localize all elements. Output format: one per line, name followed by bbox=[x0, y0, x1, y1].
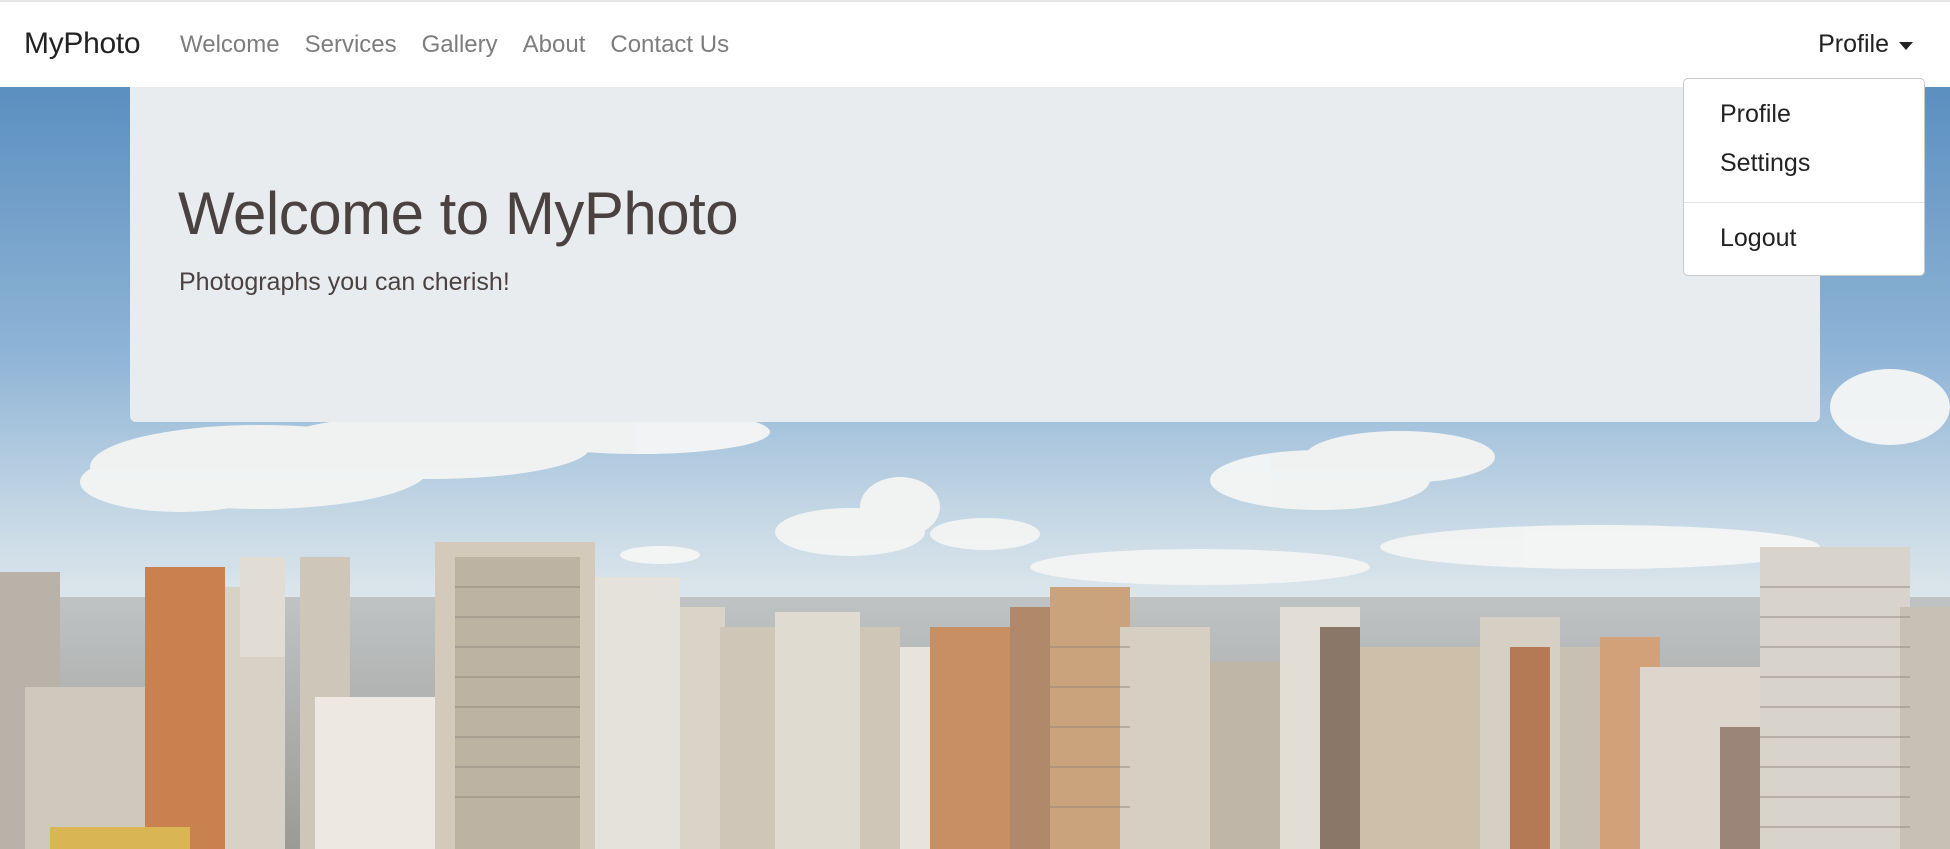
dropdown-divider bbox=[1684, 202, 1924, 203]
page: MyPhoto Welcome Services Gallery About C… bbox=[0, 0, 1950, 849]
jumbotron: Welcome to MyPhoto Photographs you can c… bbox=[130, 87, 1820, 422]
page-title: Welcome to MyPhoto bbox=[178, 180, 739, 247]
nav-links: Welcome Services Gallery About Contact U… bbox=[180, 31, 742, 59]
nav-link-gallery[interactable]: Gallery bbox=[409, 31, 510, 59]
dropdown-item-settings[interactable]: Settings bbox=[1720, 149, 1810, 178]
dropdown-item-logout[interactable]: Logout bbox=[1720, 224, 1796, 253]
nav-link-about[interactable]: About bbox=[510, 31, 598, 59]
page-tagline: Photographs you can cherish! bbox=[179, 268, 510, 296]
brand-logo-link[interactable]: MyPhoto bbox=[24, 27, 141, 61]
dropdown-item-profile[interactable]: Profile bbox=[1720, 100, 1791, 129]
nav-link-welcome[interactable]: Welcome bbox=[180, 31, 292, 59]
nav-link-services[interactable]: Services bbox=[292, 31, 409, 59]
profile-toggle-label: Profile bbox=[1818, 30, 1889, 58]
top-navbar: MyPhoto Welcome Services Gallery About C… bbox=[0, 0, 1950, 87]
nav-link-contact-us[interactable]: Contact Us bbox=[598, 31, 742, 59]
profile-dropdown-menu: Profile Settings Logout bbox=[1683, 78, 1925, 276]
caret-down-icon bbox=[1899, 41, 1913, 50]
profile-dropdown-toggle[interactable]: Profile bbox=[1818, 30, 1913, 59]
